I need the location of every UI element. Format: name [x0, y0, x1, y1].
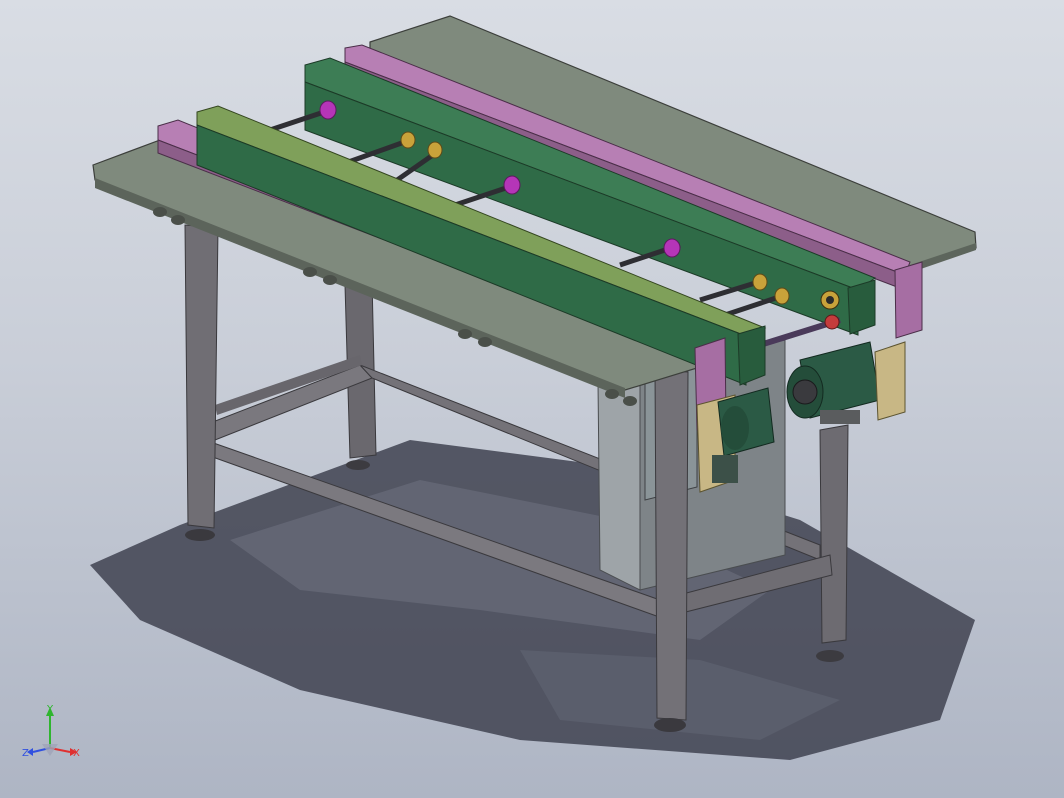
conveyor-assembly-render[interactable]: Y X Z: [0, 0, 1064, 798]
cad-viewport[interactable]: Y X Z: [0, 0, 1064, 798]
axis-x-label: X: [73, 748, 80, 759]
axis-triad: Y X Z: [22, 704, 80, 759]
drive-motor-right: [786, 341, 906, 424]
axis-z-label: Z: [22, 748, 29, 759]
axis-y-label: Y: [46, 704, 54, 715]
